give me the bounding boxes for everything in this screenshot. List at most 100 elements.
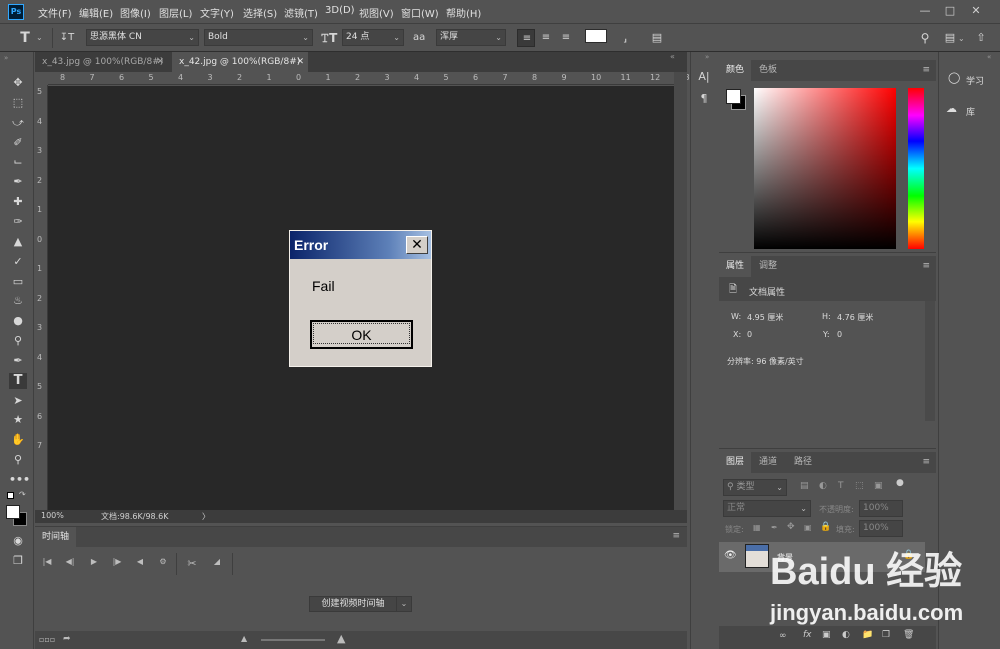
lock-position-icon[interactable]: ✥ [787,522,795,532]
type-filter-icon[interactable]: T [838,481,844,491]
adjustment-icon[interactable]: ◐ [842,630,850,640]
pixel-filter-icon[interactable]: ▤ [800,481,809,491]
collapse-icon[interactable]: « [987,53,991,61]
shape-tool-icon[interactable]: ★ [9,412,27,428]
clone-stamp-tool-icon[interactable]: ▲ [9,234,27,250]
menu-3d[interactable]: 3D(D) [325,5,355,16]
play-icon[interactable]: ▶ [87,557,101,569]
menu-select[interactable]: 选择(S) [243,5,277,20]
folder-icon[interactable]: 📁 [862,630,873,640]
vertical-scrollbar[interactable] [674,72,687,510]
quick-select-tool-icon[interactable]: ✐ [9,135,27,151]
zoom-in-icon[interactable]: ▲ [337,632,345,645]
layer-filter-select[interactable]: ⚲ 类型 ⌄ [723,479,787,496]
quick-mask-icon[interactable]: ◉ [9,533,27,549]
collapse-icon[interactable]: « [670,52,675,61]
share-icon[interactable]: ⇧ [972,29,990,47]
close-icon[interactable]: ✕ [966,2,986,20]
blur-tool-icon[interactable]: ● [9,313,27,329]
brush-tool-icon[interactable]: ✑ [9,214,27,230]
new-layer-icon[interactable]: ❐ [882,630,890,640]
panel-menu-icon[interactable]: ≡ [922,261,930,271]
fill-field[interactable]: 100% [859,520,903,537]
panel-menu-icon[interactable]: ≡ [922,457,930,467]
tab-paths[interactable]: 路径 [787,452,819,473]
minimize-icon[interactable]: — [915,2,935,20]
first-frame-icon[interactable]: |◀ [40,557,54,569]
menu-file[interactable]: 文件(F) [38,5,72,20]
maximize-icon[interactable]: □ [940,2,960,20]
tab-adjustments[interactable]: 调整 [752,256,784,277]
collapse-icon[interactable]: » [4,54,8,62]
type-tool-icon[interactable]: T [9,373,27,389]
marquee-tool-icon[interactable]: ⬚ [9,95,27,111]
trash-icon[interactable]: 🗑 [903,630,914,640]
menu-filter[interactable]: 滤镜(T) [284,5,318,20]
blend-mode-select[interactable]: 正常 ⌄ [723,500,811,517]
learn-panel-button[interactable]: ◯ 学习 [939,65,1000,91]
dodge-tool-icon[interactable]: ⚲ [9,333,27,349]
close-icon[interactable]: ✕ [156,52,164,72]
prev-frame-icon[interactable]: ◀| [63,557,77,569]
convert-icon[interactable]: ➦ [63,634,71,644]
font-family-select[interactable]: 思源黑体 CN ⌄ [86,29,199,46]
type-tool-preset-icon[interactable]: T [16,29,34,47]
filter-toggle-icon[interactable]: ● [896,478,904,488]
chevron-down-icon[interactable]: ⌄ [36,33,43,42]
font-size-select[interactable]: 24 点 ⌄ [342,29,404,46]
hand-tool-icon[interactable]: ✋ [9,432,27,448]
workspace-icon[interactable]: ▤ [941,29,959,47]
pen-tool-icon[interactable]: ✒ [9,353,27,369]
zoom-level[interactable]: 100% [41,511,64,520]
more-tools-icon[interactable]: ••• [9,472,30,488]
crop-tool-icon[interactable]: ⌙ [9,154,27,170]
properties-scrollbar[interactable] [925,301,935,421]
align-left-button[interactable]: ≡ [517,29,535,47]
split-icon[interactable]: ✂ [185,557,199,570]
mask-icon[interactable]: ▣ [822,630,831,640]
warp-text-icon[interactable]: ⸥ [616,29,634,47]
close-icon[interactable]: ✕ [296,52,304,72]
character-panel-icon[interactable]: ▤ [648,29,666,47]
foreground-color-swatch[interactable] [6,505,20,519]
menu-view[interactable]: 视图(V) [359,5,394,20]
menu-window[interactable]: 窗口(W) [401,5,439,20]
eraser-tool-icon[interactable]: ▭ [9,274,27,290]
healing-brush-tool-icon[interactable]: ✚ [9,194,27,210]
zoom-slider[interactable] [261,639,325,641]
chevron-down-icon[interactable]: ⌄ [958,34,965,43]
move-tool-icon[interactable]: ✥ [9,75,27,91]
create-video-timeline-button[interactable]: 创建视频时间轴 [309,596,397,612]
tab-color[interactable]: 颜色 [719,60,752,81]
history-brush-tool-icon[interactable]: ✓ [9,254,27,270]
lock-image-icon[interactable]: ✒ [771,523,778,532]
tab-layers[interactable]: 图层 [719,452,752,473]
adjustment-filter-icon[interactable]: ◐ [819,481,827,491]
character-icon[interactable]: A| [695,68,713,86]
saturation-brightness-field[interactable] [754,88,896,249]
lock-artboard-icon[interactable]: ▣ [804,523,812,532]
shape-filter-icon[interactable]: ⬚ [855,481,864,491]
menu-edit[interactable]: 编辑(E) [79,5,113,20]
menu-layer[interactable]: 图层(L) [159,5,192,20]
tab-timeline[interactable]: 时间轴 [35,527,77,547]
tab-swatches[interactable]: 色板 [752,60,784,81]
menu-image[interactable]: 图像(I) [120,5,151,20]
panel-menu-icon[interactable]: ≡ [672,531,680,541]
zoom-tool-icon[interactable]: ⚲ [9,452,27,468]
menu-type[interactable]: 文字(Y) [200,5,234,20]
zoom-out-icon[interactable]: ▲ [241,634,247,643]
screen-mode-icon[interactable]: ❐ [9,553,27,569]
tab-channels[interactable]: 通道 [752,452,784,473]
align-right-icon[interactable]: ≡ [557,29,575,47]
paragraph-icon[interactable]: ¶ [695,90,713,108]
tab-properties[interactable]: 属性 [719,256,752,277]
transition-icon[interactable]: ◢ [210,557,224,569]
link-icon[interactable]: ∞ [779,631,787,641]
fx-icon[interactable]: fx [803,630,812,640]
text-color-swatch[interactable] [585,29,607,43]
font-style-select[interactable]: Bold ⌄ [204,29,313,46]
text-orientation-icon[interactable]: ↧T [58,29,76,47]
lock-transparent-icon[interactable]: ▦ [753,523,761,532]
eye-icon[interactable]: 👁 [724,550,737,561]
